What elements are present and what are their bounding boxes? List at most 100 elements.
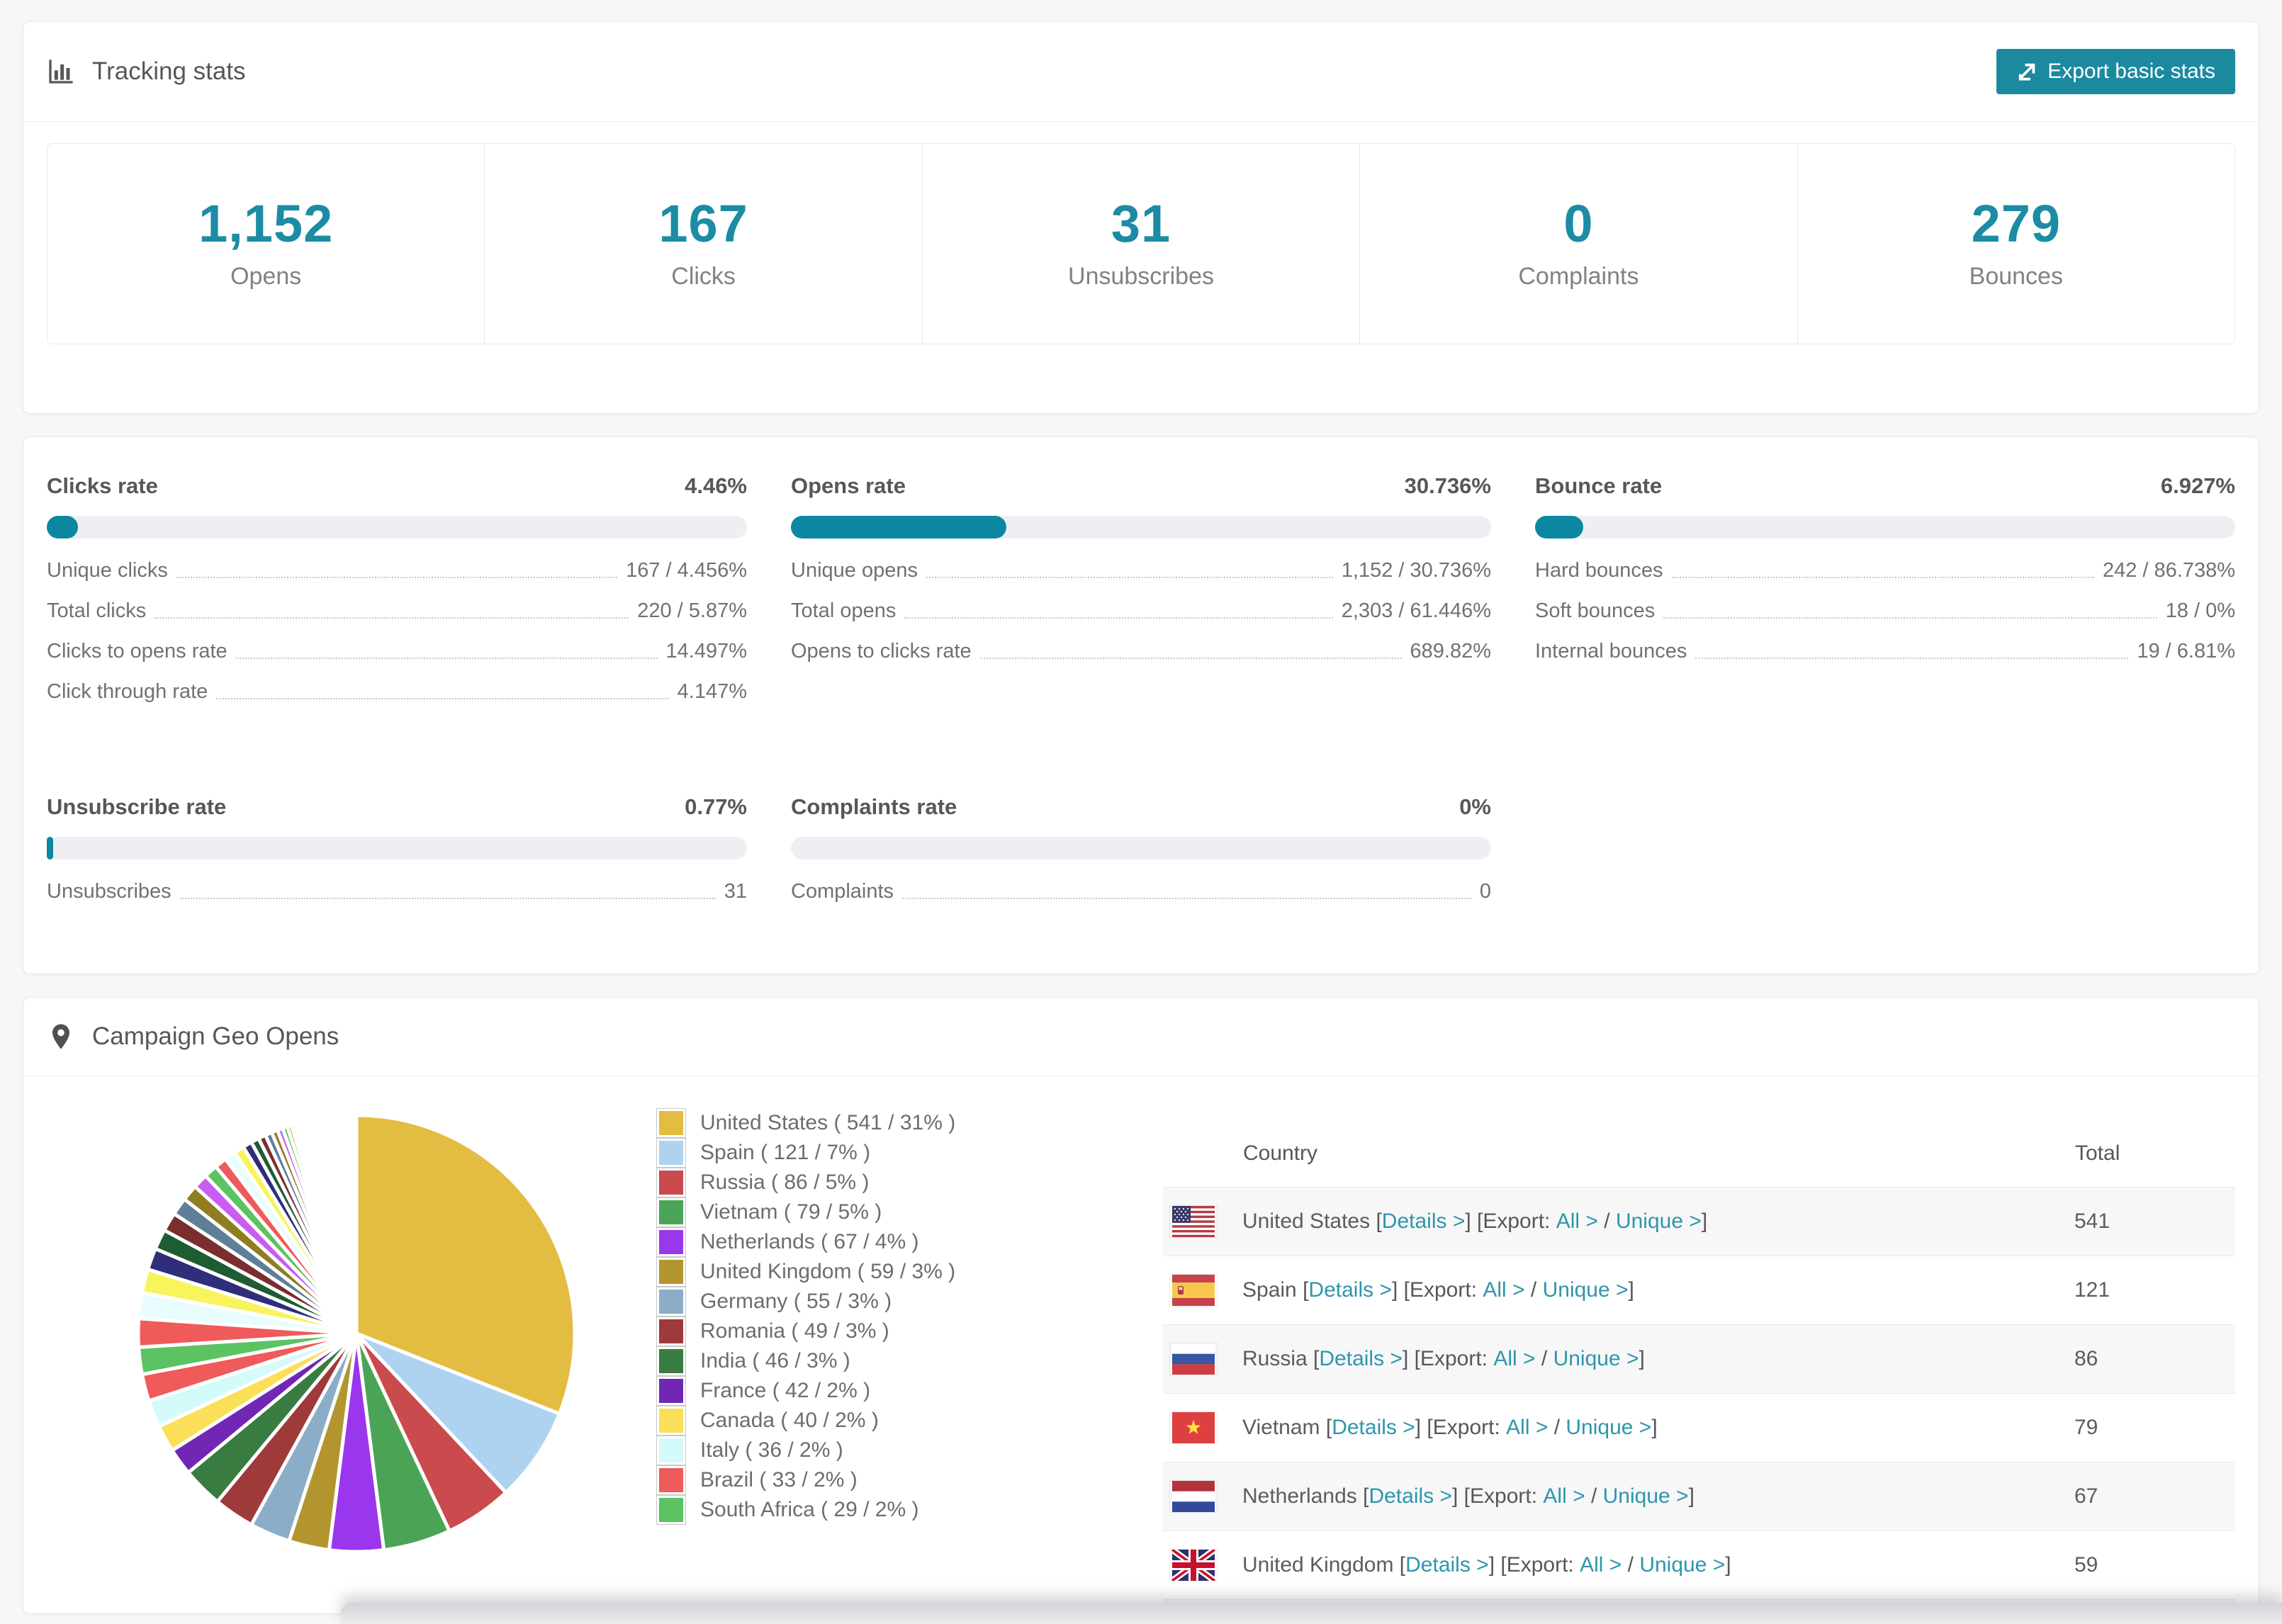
stat-row: Unsubscribes 31 (47, 880, 747, 921)
stat-row: Complaints 0 (791, 880, 1491, 921)
legend-label: Germany ( 55 / 3% ) (700, 1290, 892, 1314)
country-total: 541 (2074, 1209, 2110, 1234)
details-link[interactable]: Details > (1319, 1347, 1403, 1371)
rate-value: 0% (1459, 794, 1491, 820)
details-link[interactable]: Details > (1382, 1209, 1466, 1234)
export-all-link[interactable]: All > (1580, 1553, 1621, 1577)
stat-row-label: Complaints (791, 880, 894, 903)
export-unique-link[interactable]: Unique > (1639, 1553, 1725, 1577)
complaints-rate-rows: Complaints 0 (791, 880, 1491, 921)
stat-row-label: Total clicks (47, 599, 147, 623)
dotted-leader (154, 617, 629, 619)
stat-cell-unsubscribes: 31 Unsubscribes (921, 144, 1359, 344)
legend-label: Spain ( 121 / 7% ) (700, 1141, 871, 1165)
geo-pie-chart (123, 1100, 590, 1567)
dotted-leader (216, 698, 669, 700)
bounce-rate-bar (1535, 516, 2235, 539)
export-unique-link[interactable]: Unique > (1616, 1209, 1702, 1234)
legend-item-india[interactable]: India ( 46 / 3% ) (656, 1346, 1163, 1377)
legend-label: Russia ( 86 / 5% ) (700, 1171, 870, 1195)
country-total: 121 (2074, 1278, 2110, 1302)
stat-label: Clicks (671, 262, 736, 290)
legend-item-united-kingdom[interactable]: United Kingdom ( 59 / 3% ) (656, 1257, 1163, 1287)
legend-item-russia[interactable]: Russia ( 86 / 5% ) (656, 1168, 1163, 1198)
stat-row-value: 242 / 86.738% (2102, 559, 2235, 582)
dotted-leader (179, 898, 716, 900)
legend-item-brazil[interactable]: Brazil ( 33 / 2% ) (656, 1465, 1163, 1496)
stat-row-label: Soft bounces (1535, 599, 1656, 623)
details-link[interactable]: Details > (1332, 1416, 1415, 1440)
export-unique-link[interactable]: Unique > (1603, 1484, 1689, 1509)
legend-label: India ( 46 / 3% ) (700, 1349, 850, 1373)
legend-item-vietnam[interactable]: Vietnam ( 79 / 5% ) (656, 1197, 1163, 1228)
export-all-link[interactable]: All > (1506, 1416, 1548, 1440)
stat-row-value: 2,303 / 61.446% (1341, 599, 1491, 623)
stat-row-value: 4.147% (677, 680, 747, 704)
legend-label: France ( 42 / 2% ) (700, 1379, 871, 1403)
export-unique-link[interactable]: Unique > (1566, 1416, 1651, 1440)
stat-label: Bounces (1969, 262, 2063, 290)
geo-opens-header: Campaign Geo Opens (23, 998, 2259, 1077)
export-all-link[interactable]: All > (1483, 1278, 1524, 1302)
rate-value: 6.927% (2160, 473, 2235, 498)
bounce-rate-bar-fill (1535, 516, 1584, 539)
legend-swatch (656, 1257, 686, 1287)
export-unique-link[interactable]: Unique > (1553, 1347, 1639, 1371)
clicks-rate-bar (47, 516, 747, 539)
bar-chart-icon (47, 57, 75, 86)
country-name: United States (1242, 1209, 1376, 1234)
legend-swatch (656, 1465, 686, 1496)
flag-ru-icon (1170, 1343, 1217, 1375)
stat-row-value: 19 / 6.81% (2137, 640, 2235, 663)
legend-item-spain[interactable]: Spain ( 121 / 7% ) (656, 1138, 1163, 1168)
stat-row: Soft bounces 18 / 0% (1535, 599, 2235, 641)
dotted-leader (1671, 577, 2094, 579)
export-basic-stats-button[interactable]: Export basic stats (1996, 49, 2235, 94)
stat-row: Opens to clicks rate 689.82% (791, 640, 1491, 681)
stat-cell-bounces: 279 Bounces (1797, 144, 2235, 344)
details-link[interactable]: Details > (1368, 1484, 1452, 1509)
country-total: 67 (2074, 1484, 2098, 1509)
export-all-link[interactable]: All > (1493, 1347, 1535, 1371)
legend-label: United States ( 541 / 31% ) (700, 1111, 956, 1135)
legend-label: Vietnam ( 79 / 5% ) (700, 1200, 882, 1224)
unsubscribe-rate-bar (47, 837, 747, 860)
legend-item-canada[interactable]: Canada ( 40 / 2% ) (656, 1406, 1163, 1436)
legend-item-netherlands[interactable]: Netherlands ( 67 / 4% ) (656, 1227, 1163, 1258)
export-all-link[interactable]: All > (1543, 1484, 1585, 1509)
bounce-rate-rows: Hard bounces 242 / 86.738% Soft bounces 1… (1535, 559, 2235, 681)
clicks-rate-panel: Clicks rate 4.46% Unique clicks 167 / 4.4… (47, 473, 747, 721)
flag-es-icon (1170, 1275, 1217, 1307)
legend-item-romania[interactable]: Romania ( 49 / 3% ) (656, 1316, 1163, 1347)
geo-content: United States ( 541 / 31% ) Spain ( 121 … (23, 1076, 2259, 1614)
stat-label: Unsubscribes (1068, 262, 1214, 290)
legend-swatch (656, 1287, 686, 1317)
dotted-leader (979, 658, 1402, 660)
export-button-label: Export basic stats (2047, 60, 2215, 83)
legend-item-united-states[interactable]: United States ( 541 / 31% ) (656, 1108, 1163, 1139)
legend-swatch (656, 1227, 686, 1258)
rates-card: Clicks rate 4.46% Unique clicks 167 / 4.4… (23, 436, 2259, 975)
geo-table-header-row: Country Total (1163, 1120, 2235, 1188)
export-all-link[interactable]: All > (1556, 1209, 1598, 1234)
geo-opens-title: Campaign Geo Opens (92, 1022, 339, 1051)
table-row-gb: United Kingdom [Details >] [Export: All … (1163, 1530, 2235, 1600)
details-link[interactable]: Details > (1308, 1278, 1392, 1302)
legend-item-italy[interactable]: Italy ( 36 / 2% ) (656, 1436, 1163, 1466)
export-unique-link[interactable]: Unique > (1543, 1278, 1629, 1302)
rate-title: Complaints rate (791, 794, 957, 820)
country-column-header: Country (1243, 1141, 1318, 1166)
bottom-scroll-band[interactable] (340, 1603, 2282, 1624)
clicks-rate-bar-fill (47, 516, 79, 539)
table-row-ru: Russia [Details >] [Export: All > / Uniq… (1163, 1324, 2235, 1394)
details-link[interactable]: Details > (1405, 1553, 1489, 1577)
stat-row-value: 167 / 4.456% (626, 559, 747, 582)
legend-item-south-africa[interactable]: South Africa ( 29 / 2% ) (656, 1495, 1163, 1526)
opens-rate-panel: Opens rate 30.736% Unique opens 1,152 / 3… (791, 473, 1491, 721)
legend-item-france[interactable]: France ( 42 / 2% ) (656, 1376, 1163, 1406)
geo-table: Country Total United States [Details >] … (1163, 1120, 2235, 1614)
stat-row-value: 31 (724, 880, 747, 903)
stat-row: Total opens 2,303 / 61.446% (791, 599, 1491, 641)
legend-item-germany[interactable]: Germany ( 55 / 3% ) (656, 1287, 1163, 1317)
stat-row-label: Internal bounces (1535, 640, 1687, 663)
